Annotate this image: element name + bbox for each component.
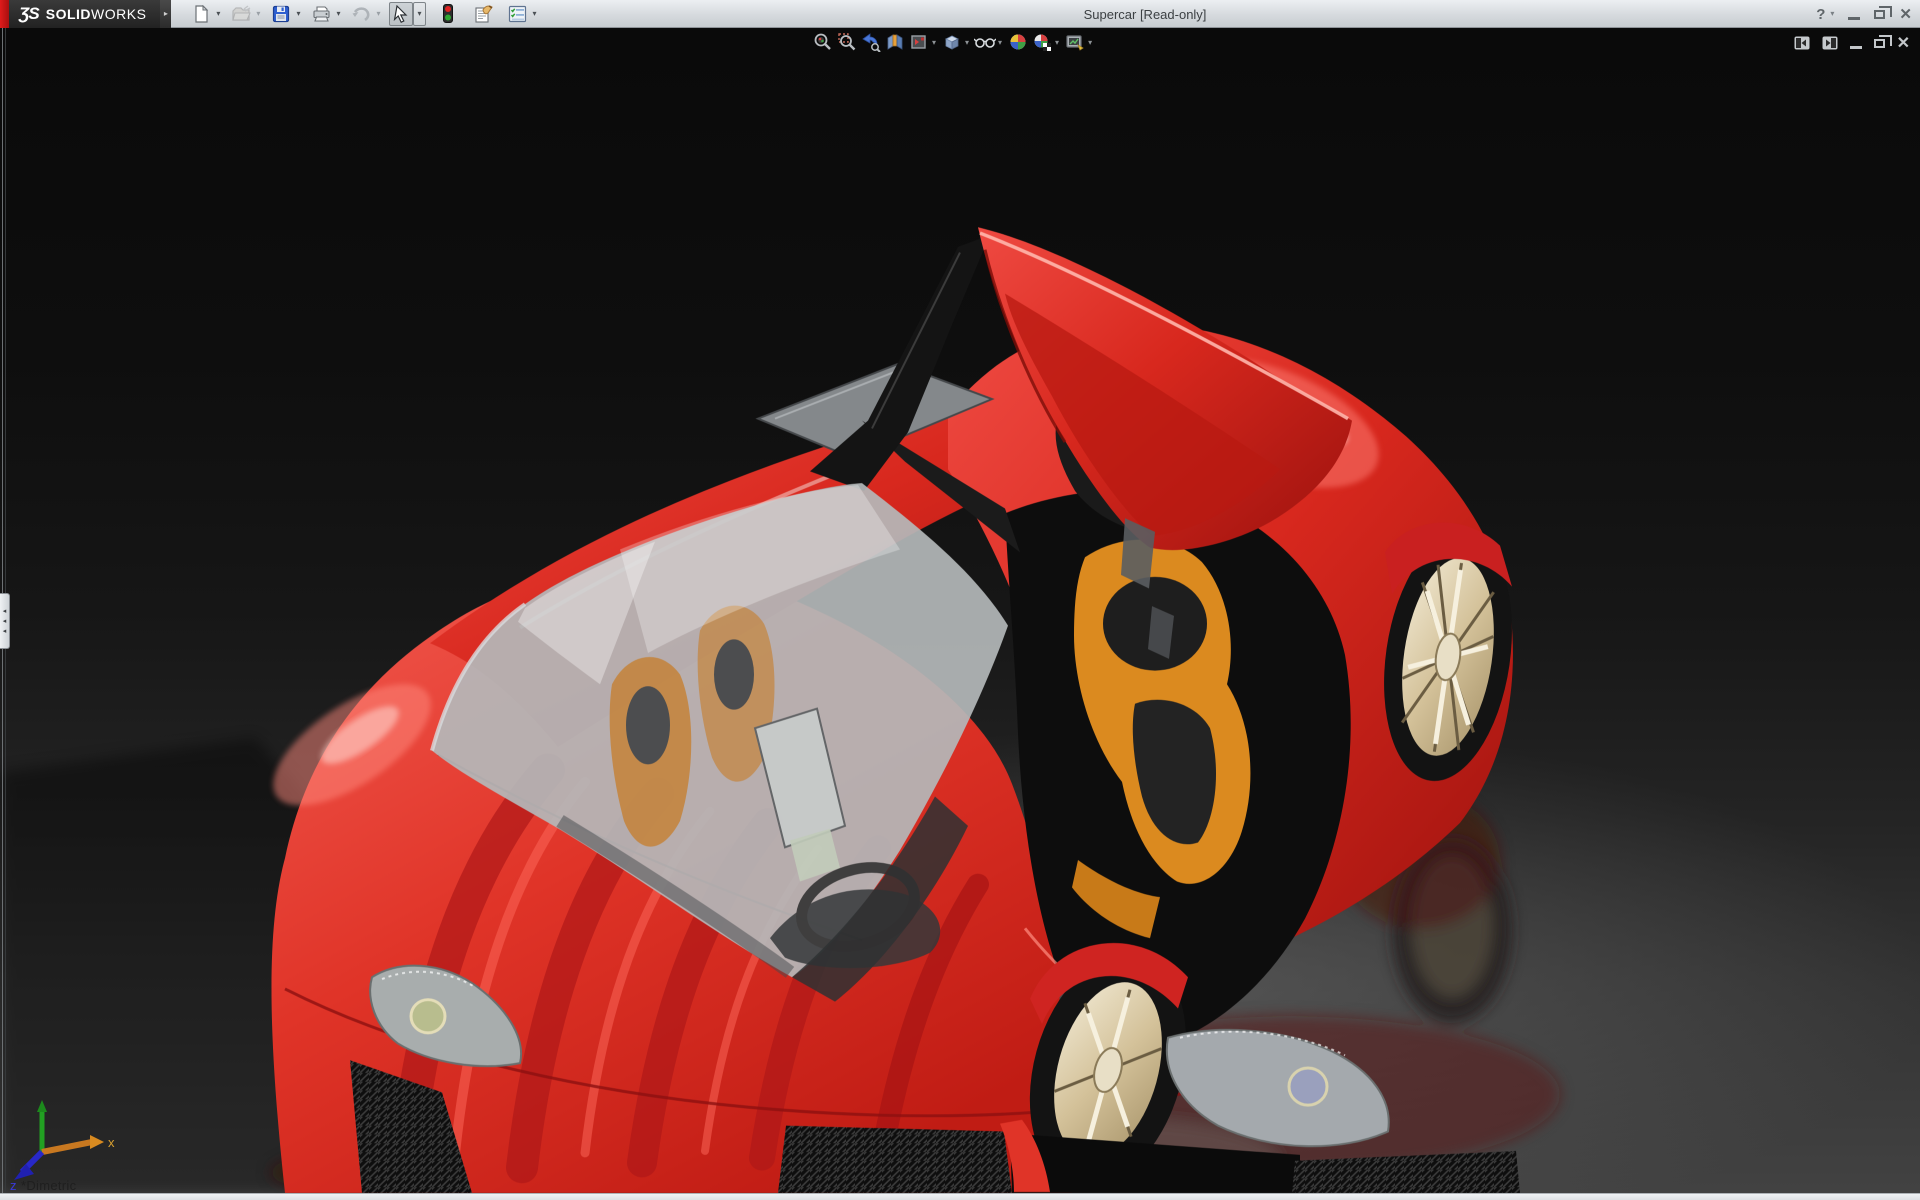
display-style-button[interactable]: [941, 31, 963, 53]
view-orientation-button[interactable]: [908, 31, 930, 53]
undo-button[interactable]: [349, 2, 373, 26]
apply-scene-dropdown[interactable]: ▾: [1055, 38, 1059, 47]
zoom-to-area-button[interactable]: [836, 31, 858, 53]
restore-icon: [1874, 10, 1885, 19]
close-button[interactable]: ✕: [1899, 7, 1912, 22]
triad-x-label: x: [108, 1135, 115, 1150]
minimize-button[interactable]: [1848, 9, 1860, 20]
edit-appearance-button[interactable]: [1007, 31, 1029, 53]
document-minimize-button[interactable]: [1850, 37, 1862, 49]
triad-z-label: z: [10, 1178, 17, 1192]
save-icon: [272, 5, 290, 23]
new-document-dropdown[interactable]: ▾: [213, 9, 223, 18]
titlebar: ƷS SOLIDWORKS ▸ ▾ ▾: [0, 0, 1920, 28]
previous-view-icon: [861, 32, 881, 52]
view-orientation-label: *Dimetric: [21, 1178, 76, 1193]
collapse-arrow-icon: ◂: [3, 618, 7, 625]
new-document-button[interactable]: [189, 2, 213, 26]
select-cursor-icon: [393, 5, 409, 23]
status-bar: [0, 1193, 1920, 1200]
options-icon: [508, 5, 527, 23]
document-title: Supercar [Read-only]: [1084, 0, 1207, 28]
view-settings-icon: [1065, 32, 1085, 52]
front-grille: [778, 1126, 1012, 1193]
minimize-icon: [1848, 17, 1860, 20]
restore-button[interactable]: [1874, 10, 1885, 19]
previous-view-button[interactable]: [860, 31, 882, 53]
rebuild-traffic-light-icon: [442, 4, 454, 23]
display-style-dropdown[interactable]: ▾: [965, 38, 969, 47]
rebuild-button[interactable]: [436, 2, 460, 26]
minimize-icon: [1850, 46, 1862, 49]
view-settings-button[interactable]: [1064, 31, 1086, 53]
open-button[interactable]: [229, 2, 253, 26]
menu-expander-button[interactable]: ▸: [160, 0, 171, 28]
save-button[interactable]: [269, 2, 293, 26]
open-icon: [232, 5, 251, 23]
file-properties-button[interactable]: [472, 2, 496, 26]
save-dropdown[interactable]: ▾: [293, 9, 303, 18]
window-controls: ? ▾ ✕: [1816, 0, 1912, 28]
edit-appearance-icon: [1008, 32, 1028, 52]
standard-toolbar: ▾ ▾ ▾: [189, 2, 545, 26]
supercar-3d-model[interactable]: [0, 28, 1920, 1193]
collapse-arrow-icon: ◂: [3, 608, 7, 615]
apply-scene-button[interactable]: [1031, 31, 1053, 53]
section-view-button[interactable]: [884, 31, 906, 53]
apply-scene-icon: [1032, 32, 1052, 52]
print-dropdown[interactable]: ▾: [333, 9, 343, 18]
document-restore-button[interactable]: [1874, 39, 1885, 48]
zoom-to-fit-button[interactable]: [812, 31, 834, 53]
section-view-icon: [885, 32, 905, 52]
display-style-icon: [942, 32, 962, 52]
3ds-logo-mark: ƷS: [19, 4, 39, 24]
next-pane-button[interactable]: [1822, 36, 1838, 50]
hide-show-items-dropdown[interactable]: ▾: [998, 38, 1002, 47]
brand-name: SOLIDWORKS: [46, 6, 147, 22]
view-orientation-icon: [909, 32, 929, 52]
help-dropdown[interactable]: ▾: [1830, 10, 1834, 18]
options-dropdown[interactable]: ▾: [530, 9, 540, 18]
select-tool-button[interactable]: [389, 2, 413, 26]
previous-pane-button[interactable]: [1794, 36, 1810, 50]
zoom-to-area-icon: [837, 32, 857, 52]
view-settings-dropdown[interactable]: ▾: [1088, 38, 1092, 47]
file-properties-icon: [474, 4, 494, 23]
brand-red-strip: [0, 0, 9, 28]
view-orientation-dropdown[interactable]: ▾: [932, 38, 936, 47]
hide-show-items-icon: [974, 32, 996, 52]
print-icon: [312, 5, 331, 23]
solidworks-logo: ƷS SOLIDWORKS: [9, 0, 160, 28]
undo-icon: [351, 5, 371, 23]
options-button[interactable]: [506, 2, 530, 26]
hide-show-items-button[interactable]: [974, 31, 996, 53]
zoom-to-fit-icon: [813, 32, 833, 52]
document-close-button[interactable]: ✕: [1897, 33, 1910, 53]
print-button[interactable]: [309, 2, 333, 26]
select-tool-dropdown[interactable]: ▾: [413, 2, 425, 26]
graphics-viewport[interactable]: ▾ ▾ ▾: [0, 28, 1920, 1193]
undo-dropdown[interactable]: ▾: [373, 9, 383, 18]
collapse-pane-tab[interactable]: ◂ ◂ ◂: [0, 593, 10, 649]
collapse-arrow-icon: ◂: [3, 628, 7, 635]
help-button[interactable]: ?: [1816, 7, 1825, 22]
document-window-controls: ✕: [1794, 33, 1910, 53]
restore-icon: [1874, 39, 1885, 48]
new-document-icon: [192, 5, 210, 23]
headsup-view-toolbar: ▾ ▾ ▾: [812, 31, 1097, 53]
open-dropdown[interactable]: ▾: [253, 9, 263, 18]
